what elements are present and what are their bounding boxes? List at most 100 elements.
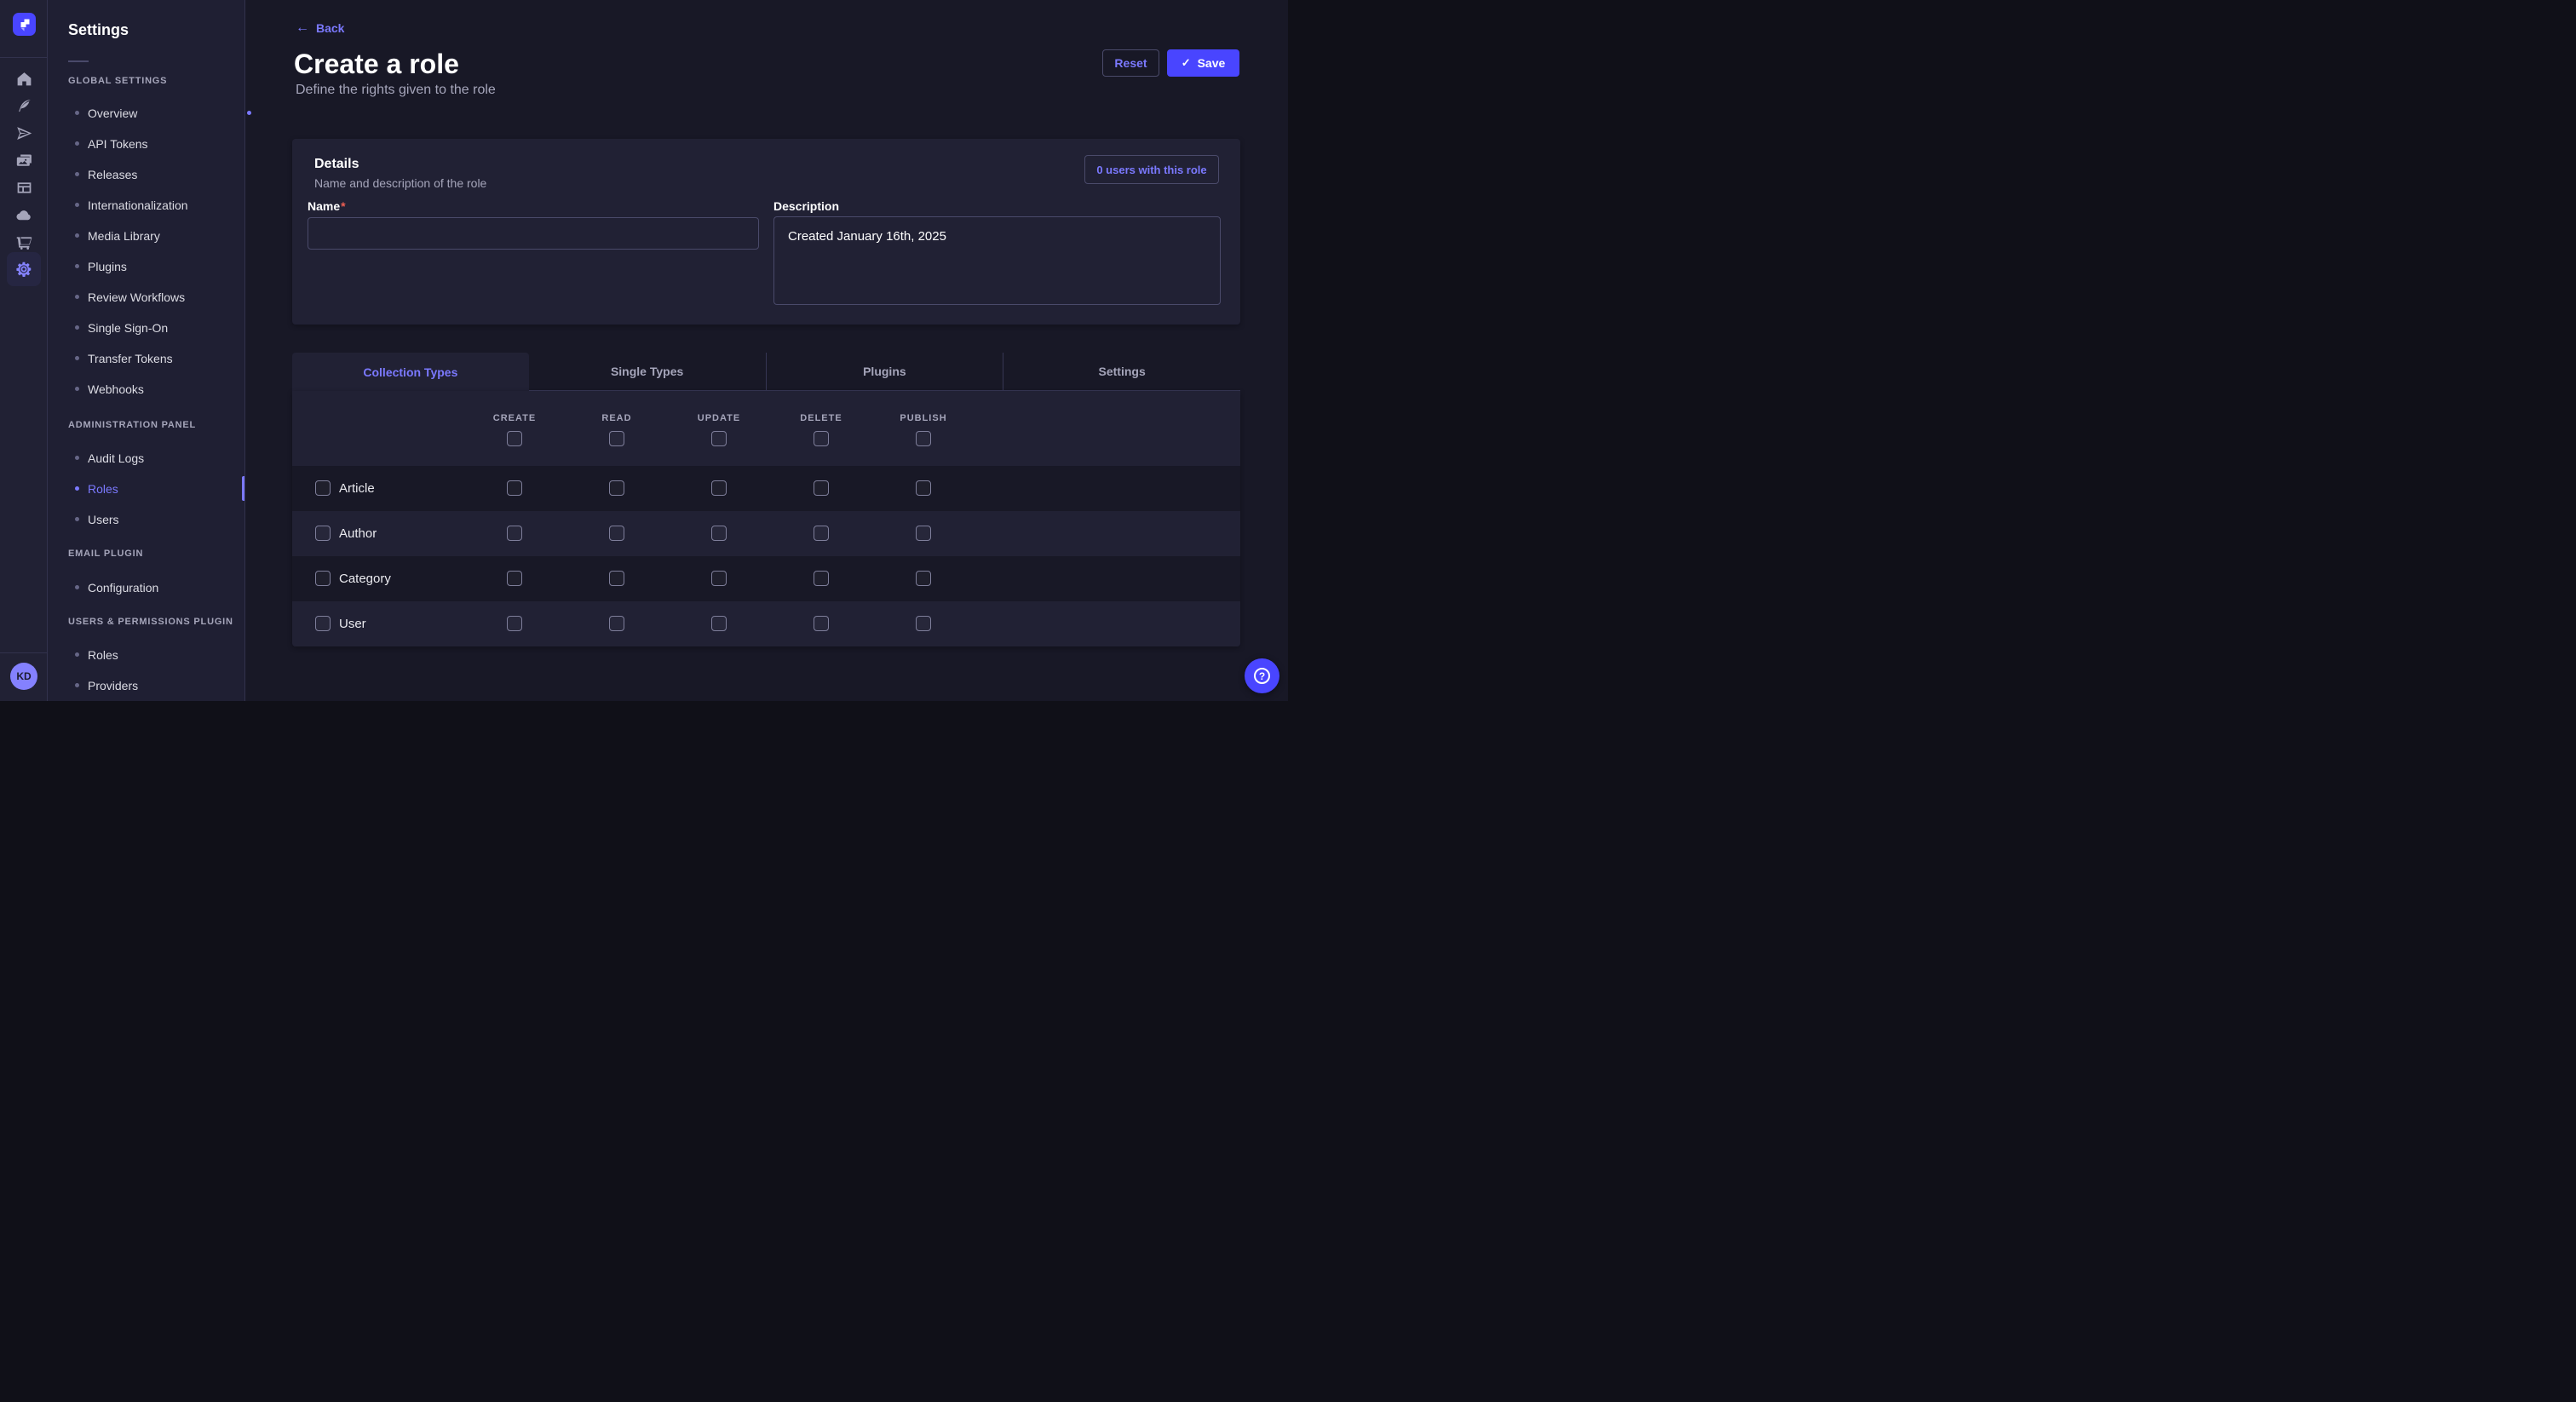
row-select-checkbox[interactable] [315, 571, 331, 586]
bullet-icon [75, 264, 79, 268]
strapi-logo[interactable] [13, 13, 36, 36]
section-users-permissions-plugin: USERS & PERMISSIONS PLUGIN [68, 617, 233, 627]
sidebar-item-internationalization[interactable]: Internationalization [75, 196, 188, 214]
bullet-icon [75, 517, 79, 521]
details-card: Details Name and description of the role… [292, 139, 1240, 325]
paper-plane-icon[interactable] [14, 123, 34, 143]
sidebar-item-plugins[interactable]: Plugins [75, 257, 127, 275]
author-create-checkbox[interactable] [507, 526, 522, 541]
article-create-checkbox[interactable] [507, 480, 522, 496]
sidebar-item-media-library[interactable]: Media Library [75, 227, 160, 244]
select-all-update-checkbox[interactable] [711, 431, 727, 446]
select-all-read-checkbox[interactable] [609, 431, 624, 446]
row-select-checkbox[interactable] [315, 616, 331, 631]
sidebar-item-overview[interactable]: Overview [75, 104, 137, 122]
back-arrow-icon: ← [296, 21, 309, 35]
description-label: Description [773, 199, 839, 213]
category-publish-checkbox[interactable] [916, 571, 931, 586]
row-label: User [339, 601, 366, 646]
bullet-icon [75, 456, 79, 460]
details-subtitle: Name and description of the role [314, 176, 486, 190]
sidebar-item-webhooks[interactable]: Webhooks [75, 380, 144, 398]
author-publish-checkbox[interactable] [916, 526, 931, 541]
shopping-cart-icon[interactable] [14, 232, 34, 252]
row-select-checkbox[interactable] [315, 480, 331, 496]
sidebar-item-releases[interactable]: Releases [75, 165, 137, 183]
permissions-panel: CREATE READ UPDATE DELETE PUBLISH [292, 391, 1240, 646]
question-mark-icon: ? [1254, 668, 1270, 684]
user-read-checkbox[interactable] [609, 616, 624, 631]
name-input[interactable] [308, 217, 759, 250]
category-update-checkbox[interactable] [711, 571, 727, 586]
select-all-delete-checkbox[interactable] [814, 431, 829, 446]
row-select-checkbox[interactable] [315, 526, 331, 541]
page-title: Create a role [294, 49, 459, 80]
cloud-icon[interactable] [14, 204, 34, 225]
permission-row-author: Author [292, 511, 1240, 556]
author-read-checkbox[interactable] [609, 526, 624, 541]
article-update-checkbox[interactable] [711, 480, 727, 496]
sidebar-item-roles-up[interactable]: Roles [75, 646, 118, 664]
description-textarea[interactable]: Created January 16th, 2025 [773, 216, 1221, 305]
article-publish-checkbox[interactable] [916, 480, 931, 496]
back-label: Back [316, 21, 344, 35]
user-publish-checkbox[interactable] [916, 616, 931, 631]
settings-gear-icon[interactable] [7, 252, 41, 286]
author-update-checkbox[interactable] [711, 526, 727, 541]
sidebar-item-audit-logs[interactable]: Audit Logs [75, 449, 144, 467]
tab-collection-types[interactable]: Collection Types [292, 353, 529, 391]
active-item-indicator [242, 476, 244, 501]
save-button[interactable]: ✓ Save [1167, 49, 1239, 77]
bullet-icon [75, 486, 79, 491]
page-subtitle: Define the rights given to the role [296, 83, 496, 98]
article-delete-checkbox[interactable] [814, 480, 829, 496]
sidebar-item-users[interactable]: Users [75, 510, 119, 528]
sidebar-item-review-workflows[interactable]: Review Workflows [75, 288, 185, 306]
permissions-section: Collection Types Single Types Plugins Se… [292, 353, 1240, 646]
bullet-icon [75, 203, 79, 207]
strapi-logo-icon [13, 13, 36, 36]
category-read-checkbox[interactable] [609, 571, 624, 586]
details-title: Details [314, 157, 359, 172]
row-label: Article [339, 466, 375, 511]
sidebar-item-providers[interactable]: Providers [75, 676, 138, 694]
reset-button[interactable]: Reset [1102, 49, 1159, 77]
tab-single-types[interactable]: Single Types [529, 353, 766, 391]
sidebar-item-roles-admin[interactable]: Roles [75, 480, 118, 497]
name-label: Name* [308, 199, 346, 213]
sidebar-item-single-sign-on[interactable]: Single Sign-On [75, 319, 168, 336]
author-delete-checkbox[interactable] [814, 526, 829, 541]
sidebar-item-api-tokens[interactable]: API Tokens [75, 135, 148, 152]
back-link[interactable]: ← Back [296, 21, 344, 35]
category-create-checkbox[interactable] [507, 571, 522, 586]
help-button[interactable]: ? [1245, 658, 1279, 693]
column-delete: DELETE [770, 391, 872, 451]
bullet-icon [75, 356, 79, 360]
tab-plugins[interactable]: Plugins [766, 353, 1003, 391]
select-all-publish-checkbox[interactable] [916, 431, 931, 446]
bullet-icon [75, 141, 79, 146]
tab-settings[interactable]: Settings [1003, 353, 1240, 391]
sidebar-title: Settings [68, 21, 129, 39]
media-pictures-icon[interactable] [14, 150, 34, 170]
feather-pen-icon[interactable] [14, 95, 34, 116]
users-with-role-button[interactable]: 0 users with this role [1084, 155, 1219, 184]
layout-panel-icon[interactable] [14, 177, 34, 198]
sidebar-item-transfer-tokens[interactable]: Transfer Tokens [75, 349, 173, 367]
permissions-header: CREATE READ UPDATE DELETE PUBLISH [292, 391, 1240, 466]
permission-row-user: User [292, 601, 1240, 646]
home-icon[interactable] [14, 68, 34, 89]
required-asterisk: * [341, 199, 345, 213]
select-all-create-checkbox[interactable] [507, 431, 522, 446]
column-create: CREATE [463, 391, 566, 451]
bullet-icon [75, 325, 79, 330]
bullet-icon [75, 683, 79, 687]
user-update-checkbox[interactable] [711, 616, 727, 631]
category-delete-checkbox[interactable] [814, 571, 829, 586]
user-create-checkbox[interactable] [507, 616, 522, 631]
sidebar-item-configuration[interactable]: Configuration [75, 578, 158, 596]
bullet-icon [75, 585, 79, 589]
article-read-checkbox[interactable] [609, 480, 624, 496]
user-delete-checkbox[interactable] [814, 616, 829, 631]
user-avatar[interactable]: KD [10, 663, 37, 690]
